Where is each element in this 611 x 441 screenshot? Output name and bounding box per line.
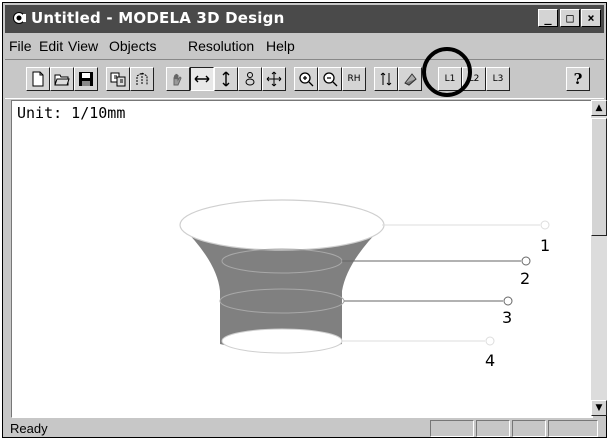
- highlight-circle: [422, 47, 472, 97]
- scroll-thumb[interactable]: [591, 118, 607, 236]
- status-panel-1: [430, 420, 474, 437]
- minimize-button[interactable]: _: [538, 9, 558, 27]
- title-bar[interactable]: Untitled - MODELA 3D Design _ □ ×: [5, 5, 604, 33]
- floppy-disk-icon: [79, 72, 93, 86]
- zoom-in-icon: [299, 72, 314, 87]
- model-bottom-ellipse: [221, 328, 343, 354]
- status-panel-2: [476, 420, 510, 437]
- flip-arrows-icon: [380, 72, 392, 86]
- window-title: Untitled - MODELA 3D Design: [31, 9, 285, 27]
- shaded-shape-icon: [404, 73, 417, 86]
- menu-resolution[interactable]: Resolution: [188, 38, 254, 54]
- move-vertical-button[interactable]: [214, 67, 238, 91]
- scroll-down-button[interactable]: ▼: [591, 400, 607, 416]
- app-window: Untitled - MODELA 3D Design _ □ × File E…: [2, 2, 607, 438]
- save-button[interactable]: [74, 67, 98, 91]
- open-folder-icon: [54, 74, 70, 86]
- menu-view[interactable]: View: [68, 38, 98, 54]
- zoom-out-icon: [323, 72, 338, 87]
- menu-edit[interactable]: Edit: [39, 38, 63, 54]
- open-file-button[interactable]: [50, 67, 74, 91]
- four-way-arrow-icon: [266, 71, 282, 87]
- model-viewport[interactable]: Unit: 1/10mm 1 2 3 4: [11, 100, 593, 418]
- rotate-figure-icon: [245, 72, 255, 86]
- new-file-button[interactable]: [26, 67, 50, 91]
- vertical-scrollbar[interactable]: ▲ ▼: [591, 100, 607, 416]
- dotted-shape-icon: [136, 72, 148, 85]
- horizontal-arrow-icon: [194, 75, 210, 83]
- layer-3-button[interactable]: L3: [486, 67, 510, 91]
- layer-3-label: L3: [492, 74, 504, 84]
- marker-label-1: 1: [540, 236, 550, 255]
- move-horizontal-button[interactable]: [190, 67, 214, 91]
- maximize-button[interactable]: □: [560, 9, 580, 27]
- reset-height-button[interactable]: RH: [342, 67, 366, 91]
- status-text: Ready: [10, 421, 48, 436]
- import-button[interactable]: [106, 67, 130, 91]
- marker-label-4: 4: [485, 351, 495, 370]
- menu-file[interactable]: File: [9, 38, 32, 54]
- marker-label-3: 3: [502, 308, 512, 327]
- hand-icon: [173, 73, 182, 86]
- status-panel-3: [512, 420, 546, 437]
- import-icon: [110, 72, 126, 87]
- marker-handle-3[interactable]: [503, 296, 513, 306]
- flip-button[interactable]: [374, 67, 398, 91]
- model-top-ellipse: [179, 199, 385, 251]
- help-button[interactable]: ?: [566, 67, 590, 91]
- rh-label: RH: [347, 74, 361, 84]
- toolbar: RH L1 L2 L3 ?: [5, 59, 604, 99]
- new-file-icon: [32, 71, 44, 87]
- marker-handle-2[interactable]: [521, 256, 531, 266]
- zoom-out-button[interactable]: [318, 67, 342, 91]
- model-drawing: 1 2 3 4: [179, 199, 550, 370]
- menu-objects[interactable]: Objects: [109, 38, 156, 54]
- status-panel-4: [548, 420, 598, 437]
- app-logo-icon: [13, 12, 26, 24]
- close-button[interactable]: ×: [581, 9, 601, 27]
- help-icon: ?: [573, 70, 583, 88]
- status-bar: Ready: [5, 418, 604, 438]
- rotate-button[interactable]: [238, 67, 262, 91]
- marker-handle-1[interactable]: [540, 220, 550, 230]
- zoom-in-button[interactable]: [294, 67, 318, 91]
- marker-handle-4[interactable]: [485, 336, 495, 346]
- grab-hand-button[interactable]: [166, 67, 190, 91]
- menu-bar: File Edit View Objects Resolution Help: [5, 35, 604, 57]
- render-button[interactable]: [398, 67, 422, 91]
- marker-label-2: 2: [520, 269, 530, 288]
- vertical-arrow-icon: [222, 71, 230, 87]
- cut-model-button[interactable]: [130, 67, 154, 91]
- pan-button[interactable]: [262, 67, 286, 91]
- menu-help[interactable]: Help: [266, 38, 295, 54]
- scroll-up-button[interactable]: ▲: [591, 100, 607, 116]
